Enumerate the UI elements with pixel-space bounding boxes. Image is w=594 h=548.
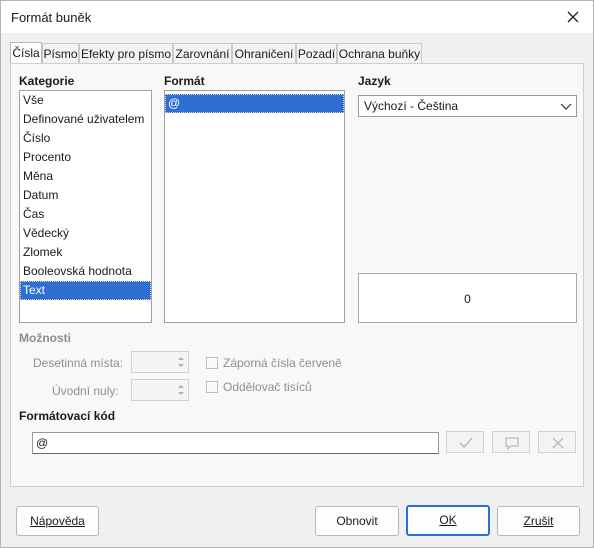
tab-panel-numbers: Kategorie Vše Definované uživatelem Čísl… xyxy=(10,63,584,487)
ok-button-label: OK xyxy=(439,513,457,527)
spinner-arrows-icon[interactable] xyxy=(175,381,187,399)
tab-label: Ochrana buňky xyxy=(338,47,421,61)
negative-red-label: Záporná čísla červeně xyxy=(223,356,342,370)
thousands-separator-checkbox[interactable] xyxy=(206,381,218,393)
window-title: Formát buněk xyxy=(11,10,92,25)
decimal-places-label: Desetinná místa: xyxy=(33,356,124,370)
list-item[interactable]: Vědecký xyxy=(20,224,151,243)
format-cells-dialog: Formát buněk Čísla Písmo Efekty pro písm… xyxy=(0,0,594,548)
negative-red-checkbox[interactable] xyxy=(206,357,218,369)
tab-label: Čísla xyxy=(12,46,40,60)
list-item[interactable]: Měna xyxy=(20,167,151,186)
format-code-input[interactable]: @ xyxy=(32,432,439,454)
close-icon xyxy=(552,437,564,449)
cancel-button[interactable]: Zrušit xyxy=(497,506,580,536)
list-item[interactable]: Čas xyxy=(20,205,151,224)
decimal-places-spinner[interactable] xyxy=(131,351,189,373)
ok-button[interactable]: OK xyxy=(406,505,490,536)
list-item[interactable]: Vše xyxy=(20,91,151,110)
language-select[interactable]: Výchozí - Čeština xyxy=(358,95,577,117)
options-label: Možnosti xyxy=(19,331,71,345)
format-list[interactable]: @ xyxy=(164,90,345,323)
leading-zeros-spinner[interactable] xyxy=(131,379,189,401)
list-item[interactable]: Číslo xyxy=(20,129,151,148)
tab-font[interactable]: Písmo xyxy=(42,43,79,63)
thousands-separator-label: Oddělovač tisíců xyxy=(223,380,312,394)
list-item[interactable]: Booleovská hodnota xyxy=(20,262,151,281)
check-icon xyxy=(459,437,473,449)
list-item[interactable]: Procento xyxy=(20,148,151,167)
title-bar: Formát buněk xyxy=(1,1,593,33)
list-item[interactable]: Zlomek xyxy=(20,243,151,262)
tab-label: Ohraničení xyxy=(234,47,294,61)
reset-button-label: Obnovit xyxy=(336,514,378,528)
category-label: Kategorie xyxy=(19,74,75,88)
reset-button[interactable]: Obnovit xyxy=(315,506,399,536)
list-item[interactable]: Datum xyxy=(20,186,151,205)
tab-cell-protection[interactable]: Ochrana buňky xyxy=(337,43,422,63)
tab-background[interactable]: Pozadí xyxy=(296,43,337,63)
help-button[interactable]: Nápověda xyxy=(16,506,99,536)
format-code-value: @ xyxy=(36,436,49,450)
add-format-button[interactable] xyxy=(446,431,484,453)
list-item-selected[interactable]: Text xyxy=(20,281,151,300)
tab-font-effects[interactable]: Efekty pro písmo xyxy=(79,43,173,63)
help-button-label: Nápověda xyxy=(30,514,85,528)
leading-zeros-label: Úvodní nuly: xyxy=(52,384,119,398)
list-item-selected[interactable]: @ xyxy=(165,94,344,113)
edit-comment-button[interactable] xyxy=(492,431,530,453)
tab-alignment[interactable]: Zarovnání xyxy=(173,43,232,63)
tab-numbers[interactable]: Čísla xyxy=(10,42,42,64)
cancel-button-label: Zrušit xyxy=(523,514,554,528)
list-item[interactable]: Definované uživatelem xyxy=(20,110,151,129)
close-icon[interactable] xyxy=(561,5,585,29)
language-value: Výchozí - Čeština xyxy=(364,99,459,113)
language-label: Jazyk xyxy=(358,74,391,88)
tab-label: Pozadí xyxy=(297,47,336,61)
format-label: Formát xyxy=(164,74,205,88)
tab-label: Písmo xyxy=(43,47,78,61)
format-preview: 0 xyxy=(358,273,577,323)
chevron-down-icon[interactable] xyxy=(558,98,574,114)
delete-format-button[interactable] xyxy=(538,431,576,453)
tab-borders[interactable]: Ohraničení xyxy=(232,43,296,63)
spinner-arrows-icon[interactable] xyxy=(175,353,187,371)
preview-value: 0 xyxy=(464,292,471,306)
category-list[interactable]: Vše Definované uživatelem Číslo Procento… xyxy=(19,90,152,323)
comment-icon xyxy=(505,437,519,451)
format-code-label: Formátovací kód xyxy=(19,409,116,423)
tab-label: Zarovnání xyxy=(175,47,230,61)
tab-label: Efekty pro písmo xyxy=(80,47,172,61)
